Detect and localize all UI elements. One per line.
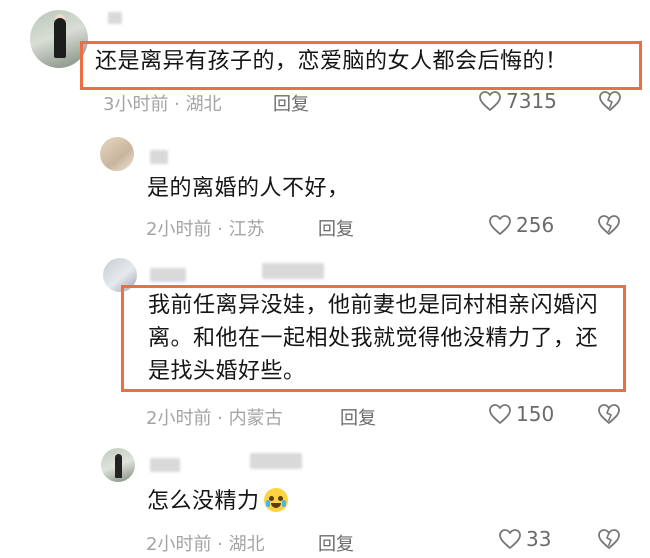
reply-button[interactable]: 回复 <box>340 404 376 430</box>
like-count: 150 <box>516 402 555 426</box>
avatar[interactable] <box>101 448 135 482</box>
heart-outline-icon[interactable] <box>488 214 512 236</box>
heart-outline-icon[interactable] <box>498 528 522 550</box>
reply-button[interactable]: 回复 <box>318 215 354 241</box>
comment-meta: 2小时前 · 江苏 <box>146 219 265 240</box>
username-blurred[interactable] <box>150 268 186 282</box>
like-count: 7315 <box>506 89 557 113</box>
comment-text-content: 怎么没精力 <box>147 489 260 514</box>
username-blurred[interactable] <box>108 12 122 24</box>
heart-outline-icon[interactable] <box>488 403 512 425</box>
comment-text: 还是离异有孩子的，恋爱脑的女人都会后悔的！ <box>95 49 568 74</box>
like-count: 256 <box>516 213 555 237</box>
like-count: 33 <box>526 527 552 551</box>
crying-laughing-emoji-icon <box>263 488 288 512</box>
username-blurred[interactable] <box>150 458 180 472</box>
heart-outline-icon[interactable] <box>478 90 502 112</box>
reply-button[interactable]: 回复 <box>273 90 309 116</box>
username-blurred[interactable] <box>150 150 168 164</box>
comment-meta: 2小时前 · 湖北 <box>146 534 265 555</box>
comment-meta: 2小时前 · 内蒙古 <box>146 408 283 429</box>
broken-heart-icon[interactable] <box>596 214 622 236</box>
avatar[interactable] <box>100 137 134 171</box>
username-blurred <box>250 453 302 469</box>
comment-text: 我前任离异没娃，他前妻也是同村相亲闪婚闪离。和他在一起相处我就觉得他没精力了，还… <box>148 293 599 384</box>
reply-button[interactable]: 回复 <box>318 530 354 556</box>
comment-text: 是的离婚的人不好， <box>147 176 350 201</box>
comment-text: 怎么没精力 <box>147 485 288 518</box>
broken-heart-icon[interactable] <box>596 403 622 425</box>
username-blurred <box>262 263 324 279</box>
broken-heart-icon[interactable] <box>597 90 623 112</box>
comment-meta: 3小时前 · 湖北 <box>103 94 222 115</box>
broken-heart-icon[interactable] <box>596 528 622 550</box>
